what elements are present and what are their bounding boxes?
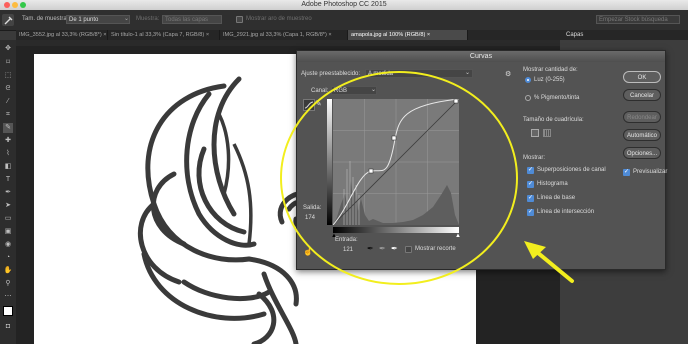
highlight-circle	[280, 71, 518, 285]
annotation-overlay	[280, 71, 574, 285]
arrow-icon	[524, 241, 574, 283]
